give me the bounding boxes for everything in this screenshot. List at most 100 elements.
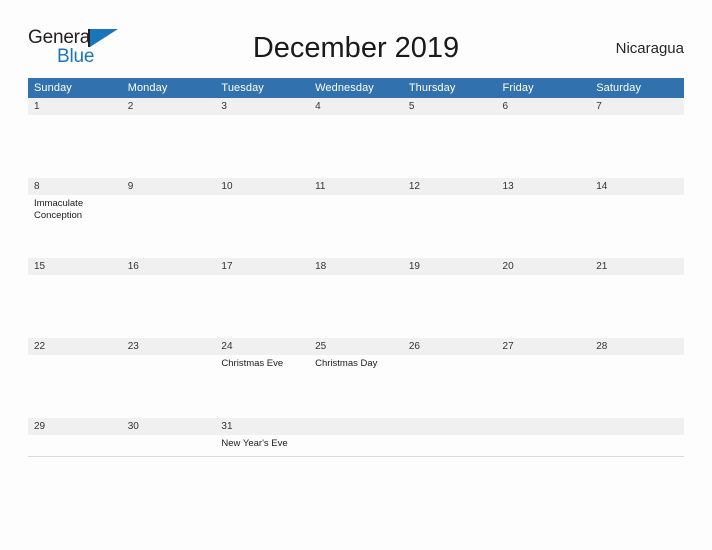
calendar-day-cell[interactable]: 20 [496,258,591,338]
day-event [403,355,497,358]
day-event [122,115,216,118]
brand-logo[interactable]: General Blue [28,27,120,69]
day-event [215,275,309,278]
calendar-day-cell[interactable]: 12 [402,178,497,258]
day-event [122,435,216,438]
day-number: 24 [215,338,310,355]
calendar-body: 1 2 3 4 5 6 7 8 Immaculate Conception 9 … [28,98,684,457]
calendar-day-cell[interactable]: 31 New Year's Eve [215,418,310,457]
weekday-header-thursday: Thursday [402,78,497,98]
calendar-week-row: 15 16 17 18 19 20 21 [28,258,684,338]
day-event [590,195,684,198]
calendar-day-cell[interactable]: 2 [121,98,216,178]
day-event [215,115,309,118]
day-number: 11 [309,178,403,195]
calendar-day-cell[interactable]: 1 [28,98,122,178]
day-event [28,115,122,118]
day-event [497,355,591,358]
day-event [590,275,684,278]
calendar-weekday-header-row: Sunday Monday Tuesday Wednesday Thursday… [28,78,684,98]
calendar-day-cell[interactable]: 21 [590,258,684,338]
calendar-day-cell[interactable]: 27 [496,338,591,418]
calendar-day-cell[interactable]: 26 [402,338,497,418]
calendar-day-cell[interactable]: 25 Christmas Day [309,338,403,418]
day-event [122,195,216,198]
weekday-header-wednesday: Wednesday [309,78,403,98]
calendar-day-cell[interactable] [590,418,684,457]
day-event [497,275,591,278]
calendar-day-cell[interactable]: 19 [402,258,497,338]
day-number: 2 [121,98,216,115]
calendar-day-cell[interactable]: 4 [309,98,403,178]
day-number: 29 [28,418,122,435]
calendar-day-cell[interactable]: 28 [590,338,684,418]
weekday-header-saturday: Saturday [590,78,684,98]
day-event [590,435,684,438]
calendar-day-cell[interactable]: 3 [215,98,310,178]
calendar-week-row: 29 30 31 New Year's Eve [28,418,684,457]
flag-triangle-icon [90,29,118,47]
day-number [402,418,497,435]
day-number [590,418,684,435]
day-number [496,418,591,435]
calendar-day-cell[interactable]: 7 [590,98,684,178]
calendar-day-cell[interactable]: 6 [496,98,591,178]
weekday-header-tuesday: Tuesday [215,78,310,98]
calendar-day-cell[interactable]: 23 [121,338,216,418]
day-number [309,418,403,435]
day-event: Christmas Eve [221,358,284,369]
calendar-week-row: 8 Immaculate Conception 9 10 11 12 13 14 [28,178,684,258]
day-number: 12 [402,178,497,195]
day-number: 28 [590,338,684,355]
day-event [590,115,684,118]
day-number: 22 [28,338,122,355]
calendar-day-cell[interactable] [402,418,497,457]
day-number: 25 [309,338,403,355]
day-number: 13 [496,178,591,195]
calendar-day-cell[interactable] [309,418,403,457]
calendar-week-row: 1 2 3 4 5 6 7 [28,98,684,178]
day-event [309,115,403,118]
calendar-day-cell[interactable]: 22 [28,338,122,418]
day-number: 5 [402,98,497,115]
calendar-day-cell[interactable]: 14 [590,178,684,258]
day-number: 19 [402,258,497,275]
calendar-day-cell[interactable]: 5 [402,98,497,178]
day-number: 6 [496,98,591,115]
calendar-day-cell[interactable]: 15 [28,258,122,338]
day-event [309,435,403,438]
day-event [590,355,684,358]
day-number: 8 [28,178,122,195]
day-event: Immaculate Conception [34,198,84,221]
calendar-day-cell[interactable]: 18 [309,258,403,338]
day-event [403,195,497,198]
day-event: Christmas Day [315,358,378,369]
calendar-day-cell[interactable]: 30 [121,418,216,457]
day-event: New Year's Eve [221,438,288,449]
day-event [28,275,122,278]
day-event [122,355,216,358]
calendar-day-cell[interactable]: 9 [121,178,216,258]
calendar-day-cell[interactable]: 29 [28,418,122,457]
day-event [403,435,497,438]
calendar-day-cell[interactable] [496,418,591,457]
calendar-day-cell[interactable]: 16 [121,258,216,338]
day-number: 9 [121,178,216,195]
day-event [497,435,591,438]
day-number: 3 [215,98,310,115]
day-number: 15 [28,258,122,275]
day-number: 17 [215,258,310,275]
calendar-day-cell[interactable]: 13 [496,178,591,258]
calendar-day-cell[interactable]: 17 [215,258,310,338]
day-number: 10 [215,178,310,195]
day-event [309,275,403,278]
day-number: 7 [590,98,684,115]
day-number: 14 [590,178,684,195]
day-event [403,275,497,278]
calendar-day-cell[interactable]: 11 [309,178,403,258]
calendar-day-cell[interactable]: 24 Christmas Eve [215,338,310,418]
calendar-day-cell[interactable]: 10 [215,178,310,258]
day-number: 20 [496,258,591,275]
day-event [497,195,591,198]
calendar-day-cell[interactable]: 8 Immaculate Conception [28,178,122,258]
